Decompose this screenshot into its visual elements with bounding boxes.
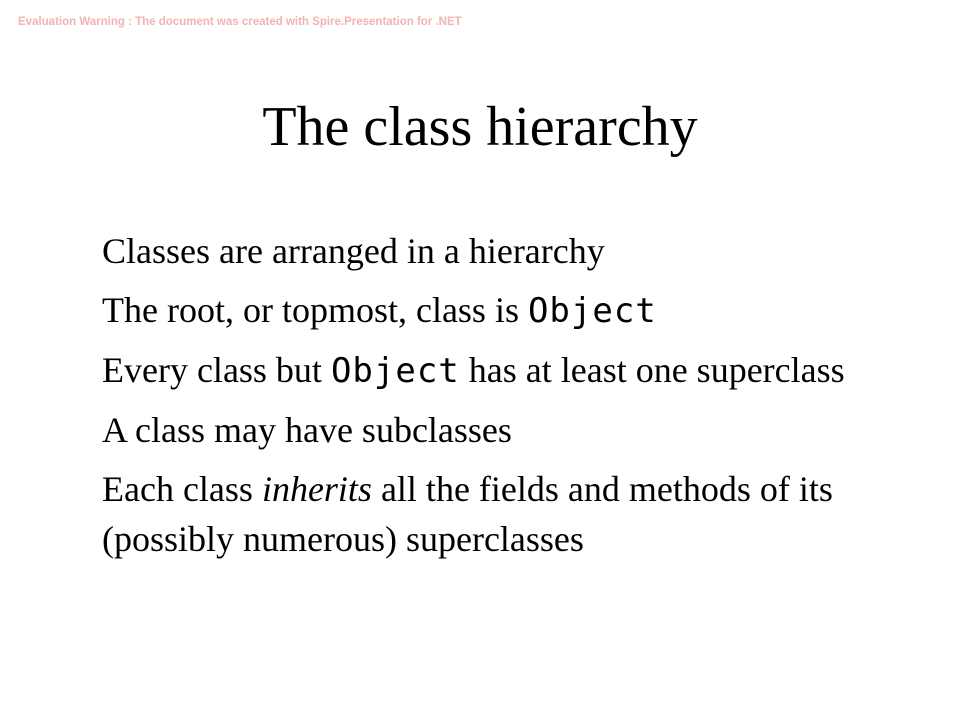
code-term: Object — [527, 291, 657, 331]
bullet-text: The root, or topmost, class is — [102, 290, 528, 330]
bullet-text: Classes are arranged in a hierarchy — [102, 231, 605, 271]
bullet-list: Classes are arranged in a hierarchy The … — [102, 226, 902, 573]
bullet-text: Every class but — [102, 350, 331, 390]
code-term: Object — [330, 351, 460, 391]
bullet-text: has at least one superclass — [459, 350, 845, 390]
slide: Evaluation Warning : The document was cr… — [0, 0, 960, 720]
bullet-text: Each class — [102, 469, 262, 509]
slide-title: The class hierarchy — [262, 96, 698, 158]
bullet-text: A class may have subclasses — [102, 410, 512, 450]
bullet-item: Classes are arranged in a hierarchy — [102, 226, 902, 276]
bullet-item: A class may have subclasses — [102, 405, 902, 455]
bullet-item: Each class inherits all the fields and m… — [102, 464, 902, 564]
bullet-item: Every class but Object has at least one … — [102, 345, 902, 396]
evaluation-watermark: Evaluation Warning : The document was cr… — [18, 16, 462, 28]
bullet-item: The root, or topmost, class is Object — [102, 285, 902, 336]
emphasized-term: inherits — [261, 469, 372, 509]
